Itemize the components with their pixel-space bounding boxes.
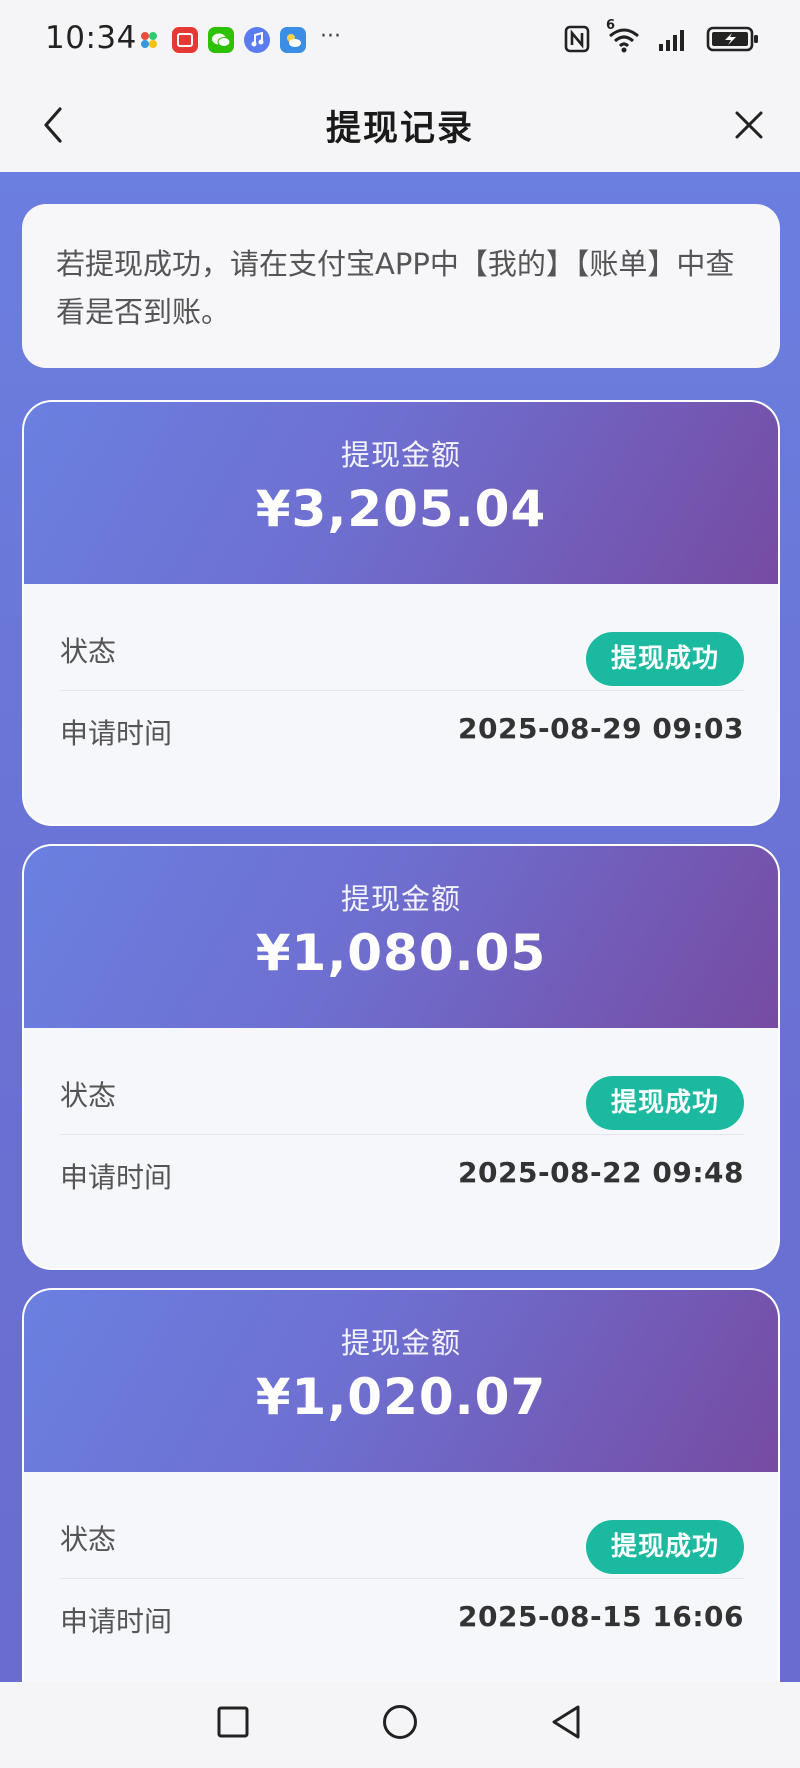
apply-time-value: 2025-08-15 16:06 — [458, 1600, 744, 1633]
page-title: 提现记录 — [325, 109, 474, 149]
close-button[interactable] — [724, 102, 774, 152]
status-bar: 10:34 ··· 6 — [0, 0, 800, 82]
record-details: 状态 提现成功 申请时间 2025-08-15 16:06 — [24, 1472, 778, 1682]
apply-time-label: 申请时间 — [60, 1605, 173, 1638]
home-icon — [381, 1703, 419, 1745]
battery-charging-icon — [706, 25, 760, 57]
apply-time-row: 申请时间 2025-08-29 09:03 — [60, 690, 744, 770]
notice-card: 若提现成功，请在支付宝APP中【我的】【账单】中查看是否到账。 — [22, 204, 780, 368]
red-app-icon — [172, 27, 198, 53]
withdrawal-list[interactable]: 若提现成功，请在支付宝APP中【我的】【账单】中查看是否到账。 提现金额 ¥3,… — [0, 172, 800, 1682]
amount-value: ¥1,080.05 — [255, 924, 547, 982]
amount-value: ¥1,020.07 — [255, 1368, 547, 1426]
system-nav-bar — [0, 1682, 800, 1768]
photos-app-icon — [136, 27, 162, 53]
recent-apps-button[interactable] — [207, 1698, 259, 1750]
wifi-6-label: 6 — [606, 18, 616, 33]
status-label: 状态 — [60, 1523, 117, 1556]
apply-time-label: 申请时间 — [60, 1161, 173, 1194]
home-button[interactable] — [374, 1698, 426, 1750]
more-notifications-icon: ··· — [320, 23, 341, 49]
withdrawal-record-card: 提现金额 ¥3,205.04 状态 提现成功 申请时间 2025-08-29 0… — [22, 400, 780, 826]
status-badge: 提现成功 — [586, 1076, 744, 1130]
apply-time-value: 2025-08-22 09:48 — [458, 1156, 744, 1189]
back-nav-button[interactable] — [540, 1698, 592, 1750]
status-badge: 提现成功 — [586, 632, 744, 686]
music-icon — [244, 27, 270, 53]
status-time: 10:34 — [45, 20, 137, 56]
wechat-icon — [208, 27, 234, 53]
system-icons: 6 — [564, 18, 760, 58]
weather-icon — [280, 27, 306, 53]
status-row: 状态 提现成功 — [60, 604, 744, 691]
amount-value: ¥3,205.04 — [255, 480, 547, 538]
signal-icon — [658, 26, 690, 56]
amount-label: 提现金额 — [340, 1326, 461, 1360]
apply-time-label: 申请时间 — [60, 717, 173, 750]
status-row: 状态 提现成功 — [60, 1492, 744, 1579]
nfc-icon — [564, 25, 590, 57]
wifi-icon: 6 — [606, 18, 642, 58]
record-amount-header: 提现金额 ¥1,080.05 — [24, 846, 778, 1028]
status-row: 状态 提现成功 — [60, 1048, 744, 1135]
recent-apps-icon — [216, 1705, 250, 1743]
apply-time-value: 2025-08-29 09:03 — [458, 712, 744, 745]
title-bar: 提现记录 — [0, 82, 800, 172]
record-details: 状态 提现成功 申请时间 2025-08-29 09:03 — [24, 584, 778, 824]
amount-label: 提现金额 — [340, 882, 461, 916]
apply-time-row: 申请时间 2025-08-15 16:06 — [60, 1578, 744, 1658]
status-label: 状态 — [60, 635, 117, 668]
status-badge: 提现成功 — [586, 1520, 744, 1574]
apply-time-row: 申请时间 2025-08-22 09:48 — [60, 1134, 744, 1214]
status-label: 状态 — [60, 1079, 117, 1112]
close-icon — [733, 109, 765, 145]
record-amount-header: 提现金额 ¥1,020.07 — [24, 1290, 778, 1472]
notice-text: 若提现成功，请在支付宝APP中【我的】【账单】中查看是否到账。 — [56, 247, 735, 329]
notification-icons: ··· — [136, 23, 341, 53]
record-details: 状态 提现成功 申请时间 2025-08-22 09:48 — [24, 1028, 778, 1268]
withdrawal-record-card: 提现金额 ¥1,020.07 状态 提现成功 申请时间 2025-08-15 1… — [22, 1288, 780, 1682]
amount-label: 提现金额 — [340, 438, 461, 472]
withdrawal-record-card: 提现金额 ¥1,080.05 状态 提现成功 申请时间 2025-08-22 0… — [22, 844, 780, 1270]
record-amount-header: 提现金额 ¥3,205.04 — [24, 402, 778, 584]
back-triangle-icon — [548, 1703, 584, 1745]
